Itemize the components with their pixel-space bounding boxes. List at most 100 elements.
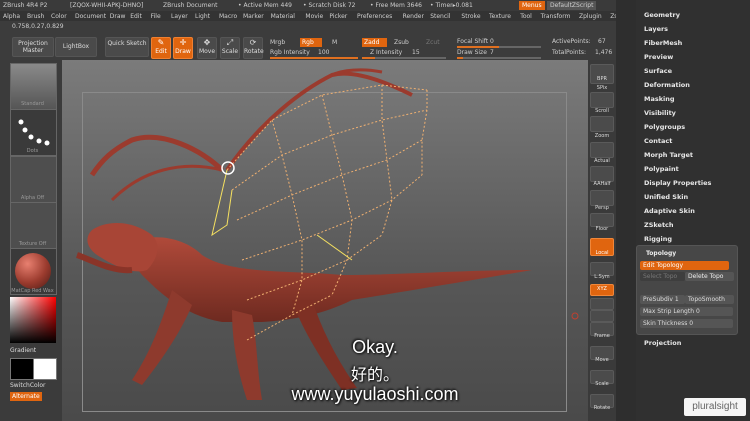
menu-item-color[interactable]: Color — [51, 13, 67, 20]
actual-button[interactable] — [590, 142, 614, 158]
active-points-value: 67 — [598, 38, 606, 45]
palette-item-preview[interactable]: Preview — [644, 53, 673, 61]
edit-icon: ✎ — [157, 38, 165, 47]
edit-button[interactable]: ✎ Edit — [151, 37, 171, 59]
focal-shift-slider[interactable] — [457, 46, 541, 48]
menu-item-preferences[interactable]: Preferences — [357, 13, 392, 20]
palette-item-morph-target[interactable]: Morph Target — [644, 151, 693, 159]
menu-bar: Alpha Brush Color Document Draw Edit File Layer… — [0, 11, 636, 21]
palette-item-masking[interactable]: Masking — [644, 95, 675, 103]
wing-bone-left — [89, 134, 224, 177]
menu-item-texture[interactable]: Texture — [489, 13, 511, 20]
rgb-toggle[interactable]: Rgb — [300, 38, 322, 47]
palette-item-polygroups[interactable]: Polygroups — [644, 123, 685, 131]
aahalf-label: AAHalf — [593, 181, 611, 187]
zoom-label: Zoom — [594, 133, 610, 139]
draw-size-slider[interactable] — [457, 57, 541, 59]
aahalf-button[interactable] — [590, 166, 614, 182]
stroke-label: Dots — [26, 148, 39, 154]
palette-item-layers[interactable]: Layers — [644, 25, 668, 33]
palette-item-unified-skin[interactable]: Unified Skin — [644, 193, 688, 201]
z-intensity-slider[interactable] — [362, 57, 446, 59]
menu-item-document[interactable]: Document — [75, 13, 106, 20]
menu-item-movie[interactable]: Movie — [305, 13, 323, 20]
persp-button[interactable] — [590, 190, 614, 206]
menu-item-picker[interactable]: Picker — [329, 13, 347, 20]
rgb-intensity-slider[interactable] — [270, 57, 358, 59]
floor-label: Floor — [595, 226, 609, 232]
projection-master-label: Projection Master — [18, 40, 48, 54]
zadd-toggle[interactable]: Zadd — [362, 38, 388, 47]
max-strip-length-slider[interactable]: Max Strip Length 0 — [640, 307, 733, 316]
palette-item-geometry[interactable]: Geometry — [644, 11, 680, 19]
projection-master-button[interactable]: Projection Master — [12, 37, 54, 57]
palette-item-visibility[interactable]: Visibility — [644, 109, 676, 117]
scratch-disk: • Scratch Disk 72 — [303, 2, 356, 9]
draw-size-value: 7 — [490, 49, 494, 56]
spix-label[interactable]: SPix — [588, 85, 616, 91]
delete-topo-button[interactable]: Delete Topo — [685, 272, 734, 281]
floor-button[interactable] — [590, 213, 614, 227]
palette-item-surface[interactable]: Surface — [644, 67, 672, 75]
zoom-button[interactable] — [590, 116, 614, 132]
scale-button[interactable]: ⤢ Scale — [220, 37, 240, 59]
scroll-button[interactable] — [590, 92, 614, 108]
topology-header[interactable]: Topology — [643, 249, 706, 258]
mrgb-toggle[interactable]: Mrgb — [270, 39, 285, 46]
menu-item-brush[interactable]: Brush — [27, 13, 44, 20]
menu-item-render[interactable]: Render — [403, 13, 424, 20]
topology-highlight — [211, 169, 353, 261]
presubdiv-slider[interactable]: PreSubdiv 1 — [640, 295, 685, 304]
draw-size-label: Draw Size — [457, 49, 487, 56]
move-button[interactable]: ✥ Move — [197, 37, 217, 59]
menu-item-edit[interactable]: Edit — [130, 13, 142, 20]
m-toggle[interactable]: M — [332, 39, 337, 46]
draw-button[interactable]: ✛ Draw — [173, 37, 193, 59]
palette-item-polypaint[interactable]: Polypaint — [644, 165, 679, 173]
menu-item-stencil[interactable]: Stencil — [430, 13, 450, 20]
edit-label: Edit — [155, 48, 167, 55]
menu-item-layer[interactable]: Layer — [171, 13, 188, 20]
menu-item-transform[interactable]: Transform — [541, 13, 571, 20]
rotate-button[interactable]: ⟳ Rotate — [243, 37, 264, 59]
palette-item-zsketch[interactable]: ZSketch — [644, 221, 674, 229]
topo-smooth-slider[interactable]: TopoSmooth — [685, 295, 734, 304]
lightbox-button[interactable]: LightBox — [55, 37, 97, 57]
palette-item-deformation[interactable]: Deformation — [644, 81, 690, 89]
zsub-toggle[interactable]: Zsub — [394, 39, 409, 46]
menu-item-material[interactable]: Material — [271, 13, 295, 20]
rotate-label: Rotate — [244, 48, 264, 55]
menu-item-light[interactable]: Light — [195, 13, 210, 20]
edit-topology-button[interactable]: Edit Topology — [640, 261, 729, 270]
menu-item-tool[interactable]: Tool — [520, 13, 532, 20]
skin-thickness-slider[interactable]: Skin Thickness 0 — [640, 319, 733, 328]
menu-item-file[interactable]: File — [151, 13, 161, 20]
menu-item-zplugin[interactable]: Zplugin — [579, 13, 602, 20]
actual-label: Actual — [594, 158, 610, 164]
default-zscript-button[interactable]: DefaultZScript — [547, 1, 597, 10]
rotate-y-button[interactable] — [590, 298, 614, 310]
zcut-toggle[interactable]: Zcut — [426, 39, 440, 46]
palette-item-contact[interactable]: Contact — [644, 137, 672, 145]
rgb-intensity-label: Rgb Intensity — [270, 49, 310, 56]
rotate-z-button[interactable] — [590, 310, 614, 322]
menu-item-draw[interactable]: Draw — [110, 13, 126, 20]
palette-item-display-properties[interactable]: Display Properties — [644, 179, 711, 187]
menu-item-marker[interactable]: Marker — [243, 13, 264, 20]
menus-button[interactable]: Menus — [519, 1, 545, 10]
quick-sketch-button[interactable]: Quick Sketch — [105, 37, 149, 57]
menu-item-stroke[interactable]: Stroke — [461, 13, 480, 20]
menu-item-alpha[interactable]: Alpha — [3, 13, 20, 20]
palette-item-adaptive-skin[interactable]: Adaptive Skin — [644, 207, 695, 215]
menu-item-macro[interactable]: Macro — [219, 13, 237, 20]
palette-item-rigging[interactable]: Rigging — [644, 235, 672, 243]
scale-icon: ⤢ — [226, 38, 234, 47]
persp-label: Persp — [595, 205, 609, 211]
select-topo-button[interactable]: Select Topo — [640, 272, 685, 281]
xyz-label: XYZ — [597, 286, 607, 292]
document-title: ZBrush Document — [163, 2, 218, 9]
topo-smooth-label: TopoSmooth — [688, 296, 725, 303]
timer: • Timer▸0.081 — [430, 2, 473, 9]
rgb-intensity-value: 100 — [318, 49, 330, 56]
palette-item-fibermesh[interactable]: FiberMesh — [644, 39, 682, 47]
